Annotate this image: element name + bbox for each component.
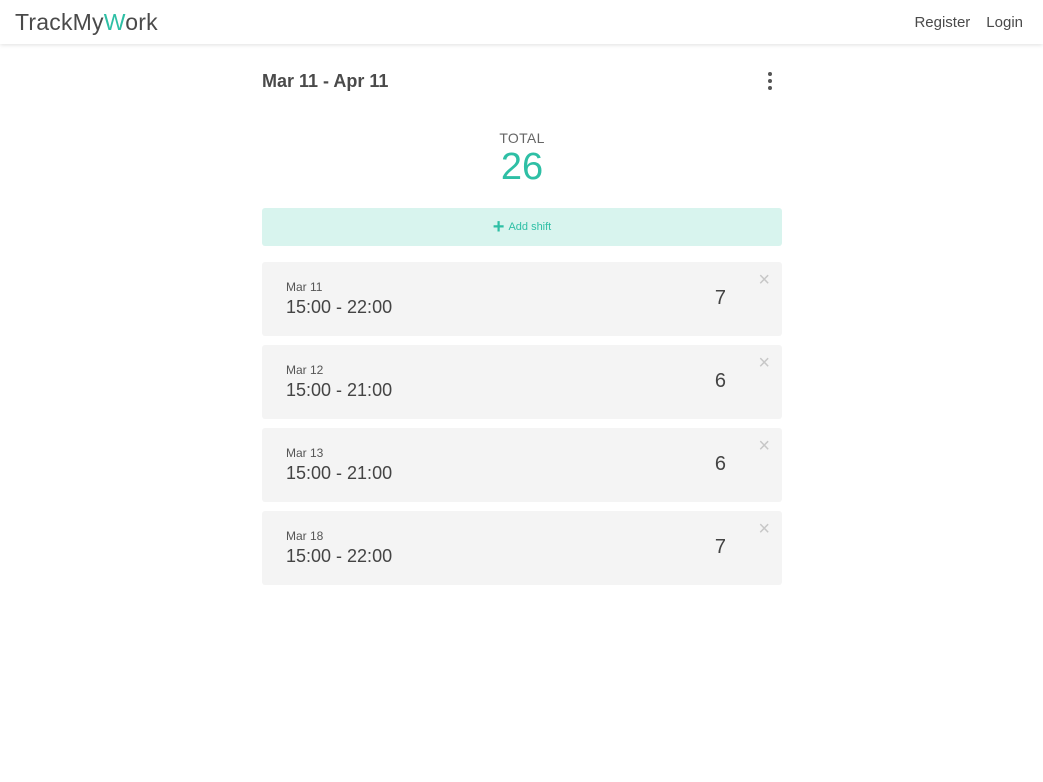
close-icon[interactable]: × (758, 519, 770, 539)
date-range-title: Mar 11 - Apr 11 (262, 70, 389, 91)
logo-text-part1: TrackMy (15, 8, 104, 35)
add-shift-button[interactable]: + Add shift (262, 208, 782, 246)
top-navbar: TrackMyWork Register Login (0, 0, 1043, 44)
add-shift-label: Add shift (508, 221, 552, 233)
shift-date: Mar 11 (286, 280, 323, 294)
close-icon[interactable]: × (758, 270, 770, 290)
shift-time: 15:00 - 21:00 (286, 380, 393, 400)
shift-hours: 7 (714, 536, 726, 558)
shift-time: 15:00 - 22:00 (286, 297, 393, 317)
kebab-dot (768, 79, 772, 83)
register-link[interactable]: Register (914, 14, 970, 31)
logo-text-accent: W (103, 8, 126, 35)
logo-text-part2: ork (125, 8, 158, 35)
shift-list: Mar 11 15:00 - 22:00 7 × Mar 12 15:00 - … (262, 262, 782, 585)
total-label: TOTAL (499, 130, 545, 146)
more-vertical-icon[interactable] (760, 69, 780, 93)
shift-hours: 6 (714, 453, 726, 475)
total-summary: TOTAL 26 (262, 130, 782, 186)
total-value: 26 (500, 146, 544, 188)
top-nav-links: Register Login (914, 14, 1028, 31)
period-header: Mar 11 - Apr 11 (262, 62, 782, 100)
shift-card[interactable]: Mar 11 15:00 - 22:00 7 × (262, 262, 782, 336)
app-logo[interactable]: TrackMyWork (15, 9, 158, 36)
close-icon[interactable]: × (758, 353, 770, 373)
shift-card[interactable]: Mar 13 15:00 - 21:00 6 × (262, 428, 782, 502)
login-link[interactable]: Login (986, 14, 1023, 31)
shift-time: 15:00 - 22:00 (286, 546, 393, 566)
shift-date: Mar 12 (286, 363, 324, 377)
kebab-dot (768, 72, 772, 76)
shift-hours: 7 (714, 287, 726, 309)
shift-time: 15:00 - 21:00 (286, 463, 393, 483)
shift-date: Mar 18 (286, 529, 324, 543)
shift-card[interactable]: Mar 12 15:00 - 21:00 6 × (262, 345, 782, 419)
plus-icon: + (492, 216, 505, 238)
main-content: Mar 11 - Apr 11 TOTAL 26 + Add shift Mar… (262, 62, 782, 585)
shift-card[interactable]: Mar 18 15:00 - 22:00 7 × (262, 511, 782, 585)
kebab-dot (768, 86, 772, 90)
shift-date: Mar 13 (286, 446, 324, 460)
shift-hours: 6 (714, 370, 726, 392)
close-icon[interactable]: × (758, 436, 770, 456)
